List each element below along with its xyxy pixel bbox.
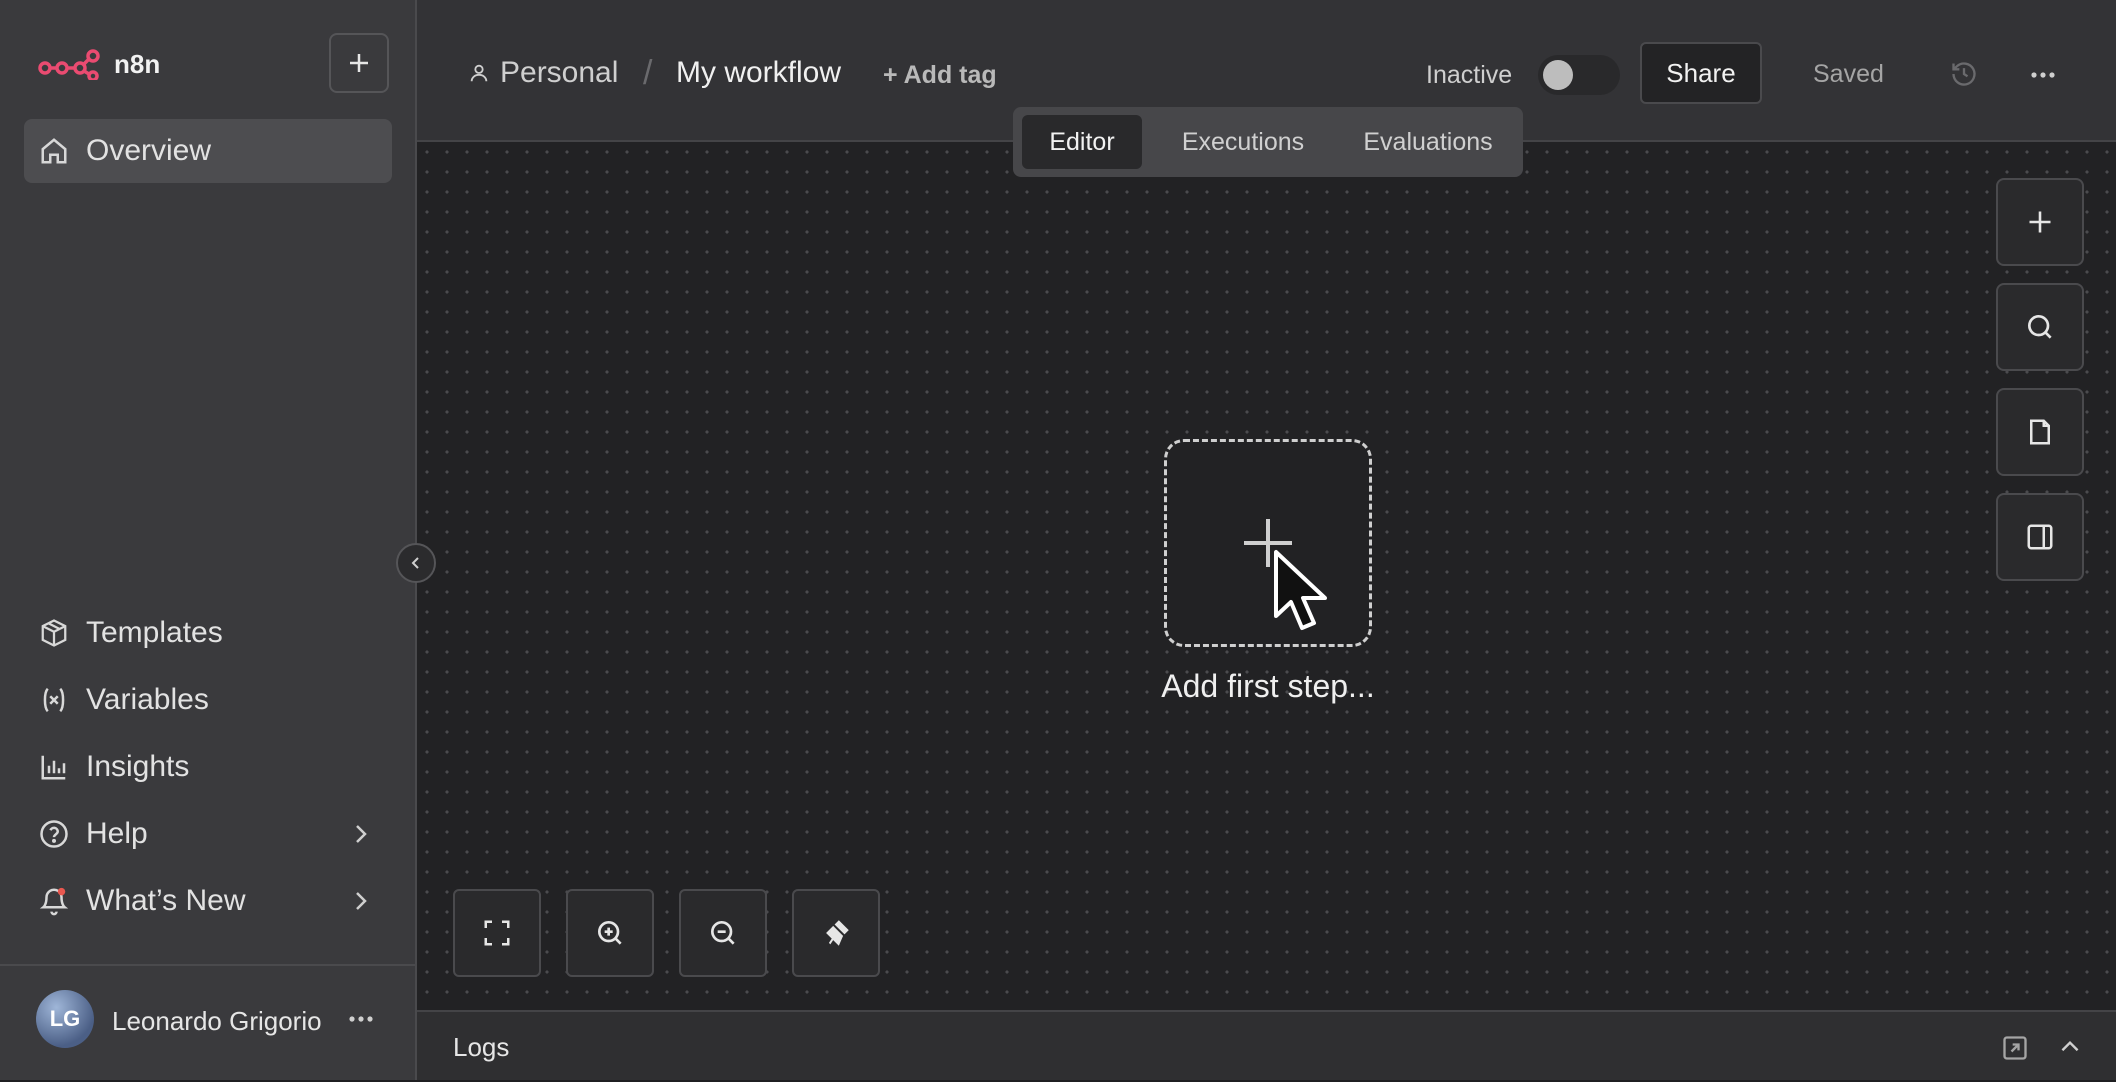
status-label: Inactive <box>1426 61 1513 89</box>
ellipsis-icon[interactable] <box>346 1004 376 1034</box>
n8n-logo-icon <box>38 48 100 80</box>
home-icon <box>38 135 70 167</box>
add-first-step-label: Add first step... <box>1161 668 1375 704</box>
user-area: LG Leonardo Grigorio <box>0 964 415 1082</box>
sidebar-item-whats-new[interactable]: What’s New <box>24 869 392 933</box>
chevron-right-icon <box>350 889 372 913</box>
tidy-up-button[interactable] <box>792 889 880 977</box>
plus-icon <box>347 51 371 75</box>
tab-executions[interactable]: Executions <box>1152 115 1334 169</box>
chevron-left-icon <box>408 555 424 571</box>
zoom-out-button[interactable] <box>679 889 767 977</box>
sidebar-item-label: Variables <box>86 683 209 716</box>
add-first-step-button[interactable] <box>1164 439 1372 647</box>
toggle-panel-button[interactable] <box>1996 493 2084 581</box>
tidy-up-icon <box>819 916 853 950</box>
add-tag-button[interactable]: + Add tag <box>883 61 997 90</box>
brand-name: n8n <box>114 48 161 79</box>
fit-view-icon <box>482 918 512 948</box>
sidebar-item-label: What’s New <box>86 884 246 917</box>
avatar-initials: LG <box>49 1006 81 1031</box>
avatar[interactable]: LG <box>36 990 94 1048</box>
toggle-knob <box>1543 60 1573 90</box>
plus-icon <box>2026 208 2054 236</box>
logs-panel[interactable]: Logs <box>417 1010 2116 1080</box>
sidebar-item-overview[interactable]: Overview <box>24 119 392 183</box>
zoom-in-button[interactable] <box>566 889 654 977</box>
add-sticky-note-button[interactable] <box>1996 388 2084 476</box>
chevron-up-icon[interactable] <box>2057 1034 2083 1060</box>
help-circle-icon <box>38 818 70 850</box>
sidebar-item-help[interactable]: Help <box>24 802 392 866</box>
collapse-sidebar-button[interactable] <box>396 543 436 583</box>
share-button[interactable]: Share <box>1640 42 1762 104</box>
active-toggle[interactable] <box>1538 55 1620 95</box>
zoom-in-icon <box>594 917 626 949</box>
search-nodes-button[interactable] <box>1996 283 2084 371</box>
chevron-right-icon <box>350 822 372 846</box>
sidebar-item-label: Overview <box>86 134 212 167</box>
ellipsis-icon[interactable] <box>2028 60 2058 90</box>
tab-editor[interactable]: Editor <box>1022 115 1142 169</box>
project-name: Personal <box>500 56 619 89</box>
sidebar-item-label: Insights <box>86 750 190 783</box>
breadcrumb-separator: / <box>643 54 653 92</box>
zoom-out-icon <box>707 917 739 949</box>
create-new-button[interactable] <box>329 33 389 93</box>
sidebar: n8n Overview Templates Variables Insight… <box>0 0 417 1080</box>
user-icon <box>468 61 490 85</box>
logs-label: Logs <box>453 1032 510 1062</box>
bar-chart-icon <box>38 751 70 783</box>
bell-icon <box>38 885 70 917</box>
fit-view-button[interactable] <box>453 889 541 977</box>
search-icon <box>2024 311 2056 343</box>
sticky-note-icon <box>2025 416 2055 448</box>
panel-right-icon <box>2025 522 2055 552</box>
variable-icon <box>38 684 70 716</box>
workflow-name[interactable]: My workflow <box>676 56 841 90</box>
mouse-cursor-icon <box>1272 548 1330 634</box>
sidebar-item-variables[interactable]: Variables <box>24 668 392 732</box>
sidebar-item-insights[interactable]: Insights <box>24 735 392 799</box>
sidebar-item-label: Templates <box>86 616 223 649</box>
n8n-logo[interactable]: n8n <box>38 48 160 80</box>
save-state: Saved <box>1813 60 1884 88</box>
sidebar-item-templates[interactable]: Templates <box>24 601 392 665</box>
add-node-button[interactable] <box>1996 178 2084 266</box>
pop-out-icon[interactable] <box>2001 1034 2029 1062</box>
history-icon[interactable] <box>1950 60 1978 88</box>
user-name: Leonardo Grigorio <box>112 1006 322 1036</box>
box-icon <box>38 617 70 649</box>
view-tabs: Editor Executions Evaluations <box>1013 107 1523 177</box>
breadcrumb-project[interactable]: Personal <box>468 56 618 90</box>
sidebar-item-label: Help <box>86 817 148 850</box>
tab-evaluations[interactable]: Evaluations <box>1341 115 1515 169</box>
